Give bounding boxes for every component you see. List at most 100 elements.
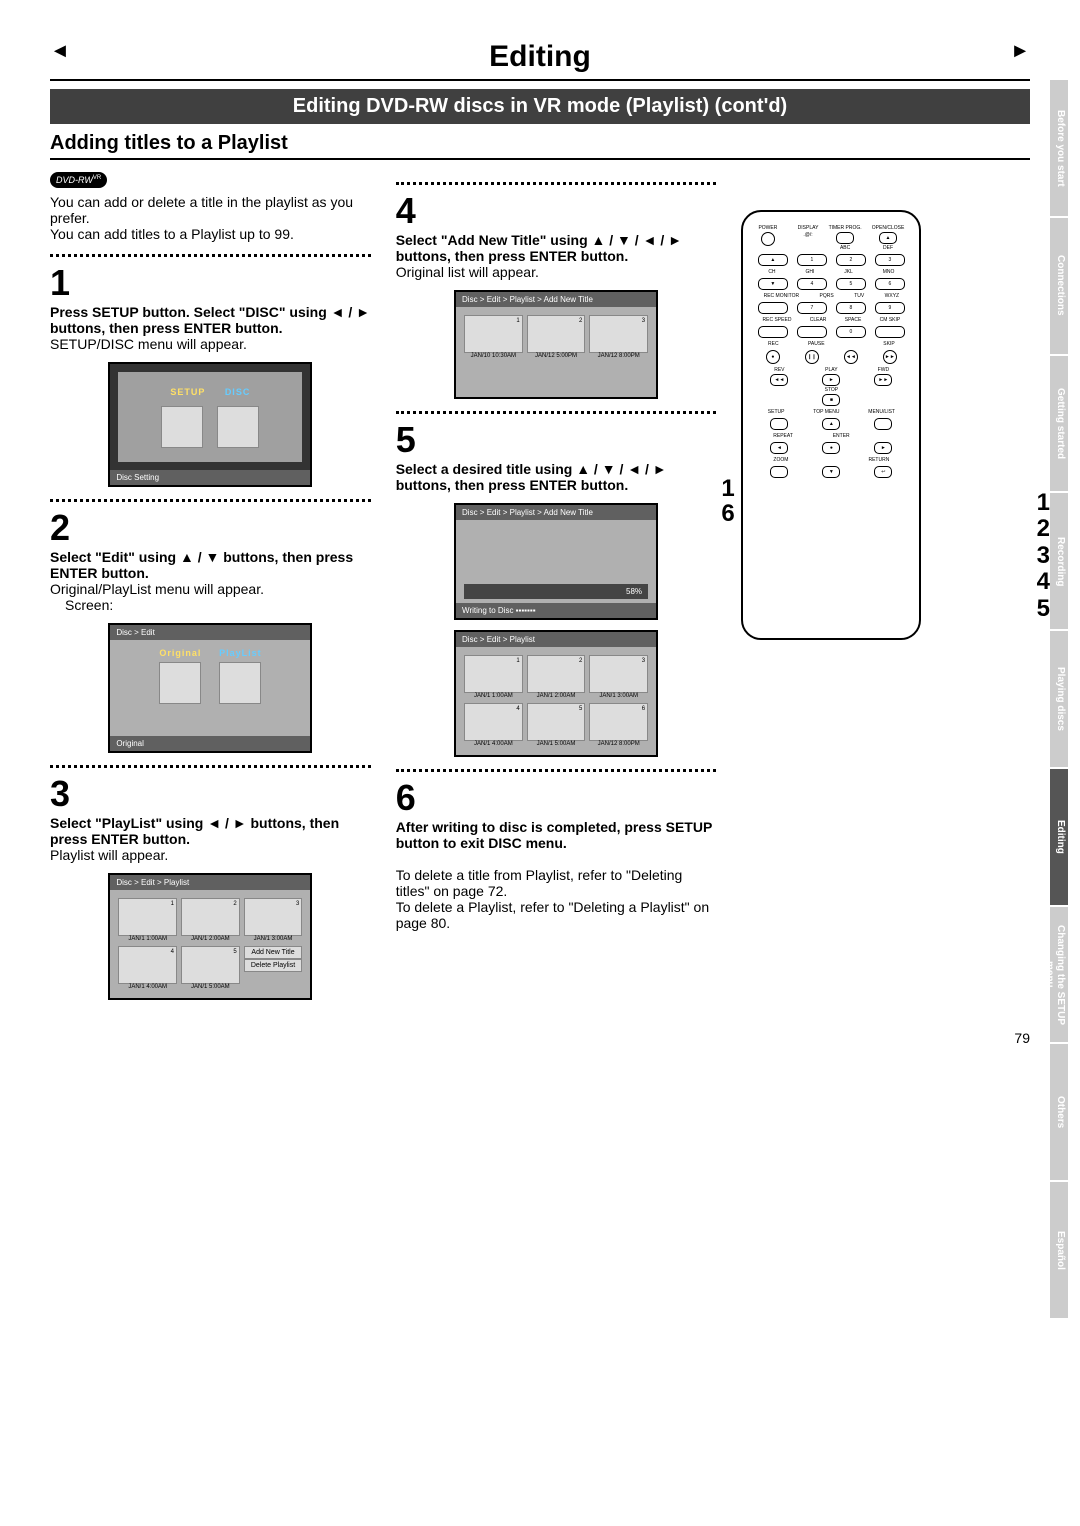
intro-text-1: You can add or delete a title in the pla… xyxy=(50,194,371,226)
playlist-icon xyxy=(219,662,261,704)
dpad-left-button[interactable]: ◄ xyxy=(770,442,788,454)
thumb-5: 5 xyxy=(181,946,240,984)
p2-thumb-6: 6 xyxy=(589,703,648,741)
sidebar-tabs: Before you start Connections Getting sta… xyxy=(1050,80,1068,1320)
sidebar-connections: Connections xyxy=(1050,218,1068,356)
step-6-text1: To delete a title from Playlist, refer t… xyxy=(396,867,717,899)
step-4-text: Original list will appear. xyxy=(396,264,717,280)
ch-down-button[interactable]: ▼ xyxy=(758,278,788,290)
thumb-1: 1 xyxy=(118,898,177,936)
num-1[interactable]: 1 xyxy=(797,254,827,266)
stop-button[interactable]: ■ xyxy=(822,394,840,406)
subsection-title: Adding titles to a Playlist xyxy=(50,132,1030,160)
page-title: Editing xyxy=(50,40,1030,74)
disc-tab: DISC xyxy=(225,387,251,397)
playlist2-header: Disc > Edit > Playlist xyxy=(456,632,656,647)
step-3-text: Playlist will appear. xyxy=(50,847,371,863)
rev-button[interactable]: ◄◄ xyxy=(770,374,788,386)
step-4-instruction: Select "Add New Title" using ▲ / ▼ / ◄ /… xyxy=(396,232,717,264)
rec-speed-button[interactable] xyxy=(758,326,788,338)
addnew-header: Disc > Edit > Playlist > Add New Title xyxy=(456,292,656,307)
step-3-num: 3 xyxy=(50,773,371,815)
thumb-2: 2 xyxy=(181,898,240,936)
p2-thumb-2: 2 xyxy=(527,655,586,693)
remote-control: POWER DISPLAY.@/: TIMER PROG.ABC OPEN/CL… xyxy=(741,210,921,640)
open-button[interactable]: ▲ xyxy=(879,232,897,244)
menu-list-button[interactable] xyxy=(874,418,892,430)
thumb-4: 4 xyxy=(118,946,177,984)
menu-delete: Delete Playlist xyxy=(244,959,303,972)
setup-disc-screen: SETUP DISC Disc Setting xyxy=(108,362,312,487)
writing-footer: Writing to Disc ▪▪▪▪▪▪▪ xyxy=(456,603,656,618)
step-5-num: 5 xyxy=(396,419,717,461)
ch-up-button[interactable]: ▲ xyxy=(758,254,788,266)
playlist-header: Disc > Edit > Playlist xyxy=(110,875,310,890)
num-6[interactable]: 6 xyxy=(875,278,905,290)
column-left: DVD-RW You can add or delete a title in … xyxy=(50,170,371,1010)
progress-percent: 58% xyxy=(464,584,648,599)
dpad-up-button[interactable]: ▲ xyxy=(822,418,840,430)
rec-button[interactable]: ● xyxy=(766,350,780,364)
an-thumb-3: 3 xyxy=(589,315,648,353)
step-2-instruction: Select "Edit" using ▲ / ▼ buttons, then … xyxy=(50,549,371,581)
step-4-num: 4 xyxy=(396,190,717,232)
rec-monitor-button[interactable] xyxy=(758,302,788,314)
thumb-3: 3 xyxy=(244,898,303,936)
sidebar-getting: Getting started xyxy=(1050,356,1068,494)
clear-button[interactable] xyxy=(797,326,827,338)
num-9[interactable]: 9 xyxy=(875,302,905,314)
an-thumb-2: 2 xyxy=(527,315,586,353)
sidebar-recording: Recording xyxy=(1050,493,1068,631)
skip-back-button[interactable]: ◄◄ xyxy=(844,350,858,364)
step-5-instruction: Select a desired title using ▲ / ▼ / ◄ /… xyxy=(396,461,717,493)
cm-skip-button[interactable] xyxy=(875,326,905,338)
timer-button[interactable] xyxy=(836,232,854,244)
skip-fwd-button[interactable]: ►► xyxy=(883,350,897,364)
play-button[interactable]: ► xyxy=(822,374,840,386)
num-7[interactable]: 7 xyxy=(797,302,827,314)
sidebar-others: Others xyxy=(1050,1044,1068,1182)
addnew-screen: Disc > Edit > Playlist > Add New Title 1… xyxy=(454,290,658,399)
disc-icon xyxy=(217,406,259,448)
num-8[interactable]: 8 xyxy=(836,302,866,314)
power-button[interactable] xyxy=(761,232,775,246)
playlist-screen: Disc > Edit > Playlist 1JAN/1 1:00AM 2JA… xyxy=(108,873,312,1000)
step-3-instruction: Select "PlayList" using ◄ / ► buttons, t… xyxy=(50,815,371,847)
pause-button[interactable]: ❙❙ xyxy=(805,350,819,364)
fwd-button[interactable]: ►► xyxy=(874,374,892,386)
num-5[interactable]: 5 xyxy=(836,278,866,290)
dvdrw-logo-icon: DVD-RW xyxy=(50,172,107,188)
sidebar-playing: Playing discs xyxy=(1050,631,1068,769)
p2-thumb-3: 3 xyxy=(589,655,648,693)
writing-screen: Disc > Edit > Playlist > Add New Title 5… xyxy=(454,503,658,620)
original-label: Original xyxy=(155,648,205,658)
setup-button[interactable] xyxy=(770,418,788,430)
return-button[interactable]: ↩ xyxy=(874,466,892,478)
step-1-text: SETUP/DISC menu will appear. xyxy=(50,336,371,352)
zoom-button[interactable] xyxy=(770,466,788,478)
dpad-right-button[interactable]: ► xyxy=(874,442,892,454)
writing-header: Disc > Edit > Playlist > Add New Title xyxy=(456,505,656,520)
num-4[interactable]: 4 xyxy=(797,278,827,290)
section-banner: Editing DVD-RW discs in VR mode (Playlis… xyxy=(50,89,1030,124)
num-3[interactable]: 3 xyxy=(875,254,905,266)
sidebar-espanol: Español xyxy=(1050,1182,1068,1320)
p2-thumb-5: 5 xyxy=(527,703,586,741)
step-1-num: 1 xyxy=(50,262,371,304)
callout-right: 1 2 3 4 5 xyxy=(1037,490,1050,622)
setup-footer: Disc Setting xyxy=(110,470,310,485)
column-right: 1 6 1 2 3 4 5 POWER DISPLAY.@/: TIMER PR… xyxy=(741,170,1030,1010)
p2-thumb-1: 1 xyxy=(464,655,523,693)
num-2[interactable]: 2 xyxy=(836,254,866,266)
step-6-num: 6 xyxy=(396,777,717,819)
menu-add: Add New Title xyxy=(244,946,303,959)
callout-1-left: 1 xyxy=(721,475,734,503)
column-middle: 4 Select "Add New Title" using ▲ / ▼ / ◄… xyxy=(396,170,717,1010)
dpad-down-button[interactable]: ▼ xyxy=(822,466,840,478)
enter-button[interactable]: ● xyxy=(822,442,840,454)
edit-screen: Disc > Edit Original PlayList Original xyxy=(108,623,312,753)
sidebar-editing: Editing xyxy=(1050,769,1068,907)
edit-footer: Original xyxy=(110,736,310,751)
sidebar-setup: Changing the SETUP menu xyxy=(1050,907,1068,1045)
num-0[interactable]: 0 xyxy=(836,326,866,338)
